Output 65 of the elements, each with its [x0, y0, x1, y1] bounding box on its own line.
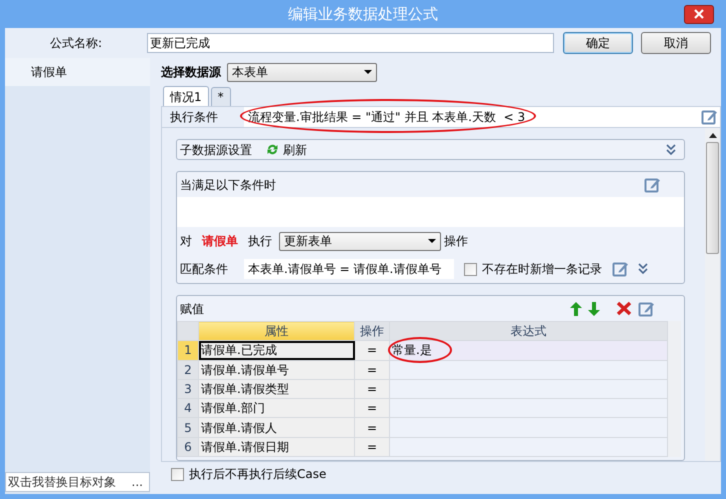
vertical-scrollbar[interactable] [705, 128, 720, 461]
table-cell[interactable]: = [354, 418, 390, 438]
down-arrow-icon[interactable] [588, 302, 600, 316]
sidebar-item[interactable]: 请假单 [5, 58, 150, 86]
refresh-icon [266, 143, 279, 156]
grid-scrollbar[interactable] [668, 321, 681, 458]
section-title: 当满足以下条件时 [180, 176, 276, 194]
action-suffix: 操作 [444, 233, 468, 250]
section-title: 赋值 [180, 300, 204, 318]
double-chevron-icon[interactable] [666, 144, 676, 156]
match-field[interactable]: 本表单.请假单号 = 请假单.请假单号 [244, 259, 454, 280]
case-tab[interactable]: 情况1 [163, 86, 209, 106]
dialog-button[interactable]: 确定 [563, 32, 633, 54]
column-header[interactable]: 属性 [198, 322, 354, 341]
action-label: 执行 [248, 233, 272, 250]
double-chevron-icon[interactable] [638, 263, 648, 276]
table-cell[interactable]: 请假单.已完成 [198, 340, 354, 360]
edit-icon[interactable] [638, 300, 654, 317]
table-cell[interactable]: 请假单.请假类型 [198, 379, 354, 399]
table-cell[interactable]: = [354, 398, 390, 418]
target-prefix: 对 [180, 233, 192, 250]
up-arrow-icon[interactable] [570, 302, 582, 316]
table-cell[interactable]: 请假单.请假日期 [198, 437, 354, 457]
table-cell[interactable]: 请假单.请假单号 [198, 360, 354, 380]
edit-icon[interactable] [701, 109, 717, 125]
target-field[interactable]: 双击我替换目标对象 ... [5, 472, 150, 492]
table-cell[interactable]: = [354, 340, 390, 360]
row-number: 4 [178, 398, 198, 418]
window-title: 编辑业务数据处理公式 [288, 4, 438, 25]
table-cell[interactable]: 请假单.部门 [198, 398, 354, 418]
condition-label: 执行条件 [162, 107, 244, 127]
section-title: 子数据源设置 [180, 142, 252, 159]
target-value: 双击我替换目标对象 [7, 474, 117, 491]
row-number: 1 [178, 340, 198, 360]
delete-icon[interactable] [616, 301, 632, 316]
action-dropdown[interactable]: 更新表单 [279, 232, 441, 251]
table-cell[interactable]: = [354, 360, 390, 380]
match-label: 匹配条件 [180, 261, 228, 278]
source-label: 选择数据源 [161, 64, 221, 81]
edit-icon[interactable] [644, 176, 660, 193]
close-icon [694, 9, 704, 20]
source-dropdown[interactable]: 本表单 [227, 62, 377, 82]
add-record-checkbox[interactable]: 不存在时新增一条记录 [464, 260, 602, 278]
refresh-button[interactable]: 刷新 [266, 140, 307, 159]
column-header[interactable]: 表达式 [390, 322, 668, 341]
table-cell[interactable]: = [354, 379, 390, 399]
row-number: 5 [178, 418, 198, 438]
row-number: 2 [178, 360, 198, 380]
field-label: 公式名称: [49, 35, 104, 52]
up-arrow-icon [708, 133, 716, 138]
dialog-button[interactable]: 取消 [641, 32, 711, 54]
close-button[interactable] [684, 4, 714, 24]
row-number: 3 [178, 379, 198, 399]
stop-checkbox[interactable]: 执行后不再执行后续Case [171, 465, 326, 483]
table-cell[interactable]: = [354, 437, 390, 457]
column-header[interactable]: 操作 [354, 322, 390, 341]
target-name: 请假单 [202, 233, 238, 250]
table-cell[interactable]: 常量.是 [392, 343, 432, 358]
edit-icon[interactable] [612, 261, 628, 278]
browse-button[interactable]: ... [126, 473, 149, 491]
case-tab[interactable]: * [210, 87, 231, 106]
table-cell[interactable]: 请假单.请假人 [198, 418, 354, 438]
condition-value[interactable]: 流程变量.审批结果 = "通过" 并且 本表单.天数 < 3 [244, 108, 701, 126]
name-field[interactable]: 更新已完成 [147, 33, 554, 53]
row-number: 6 [178, 437, 198, 457]
